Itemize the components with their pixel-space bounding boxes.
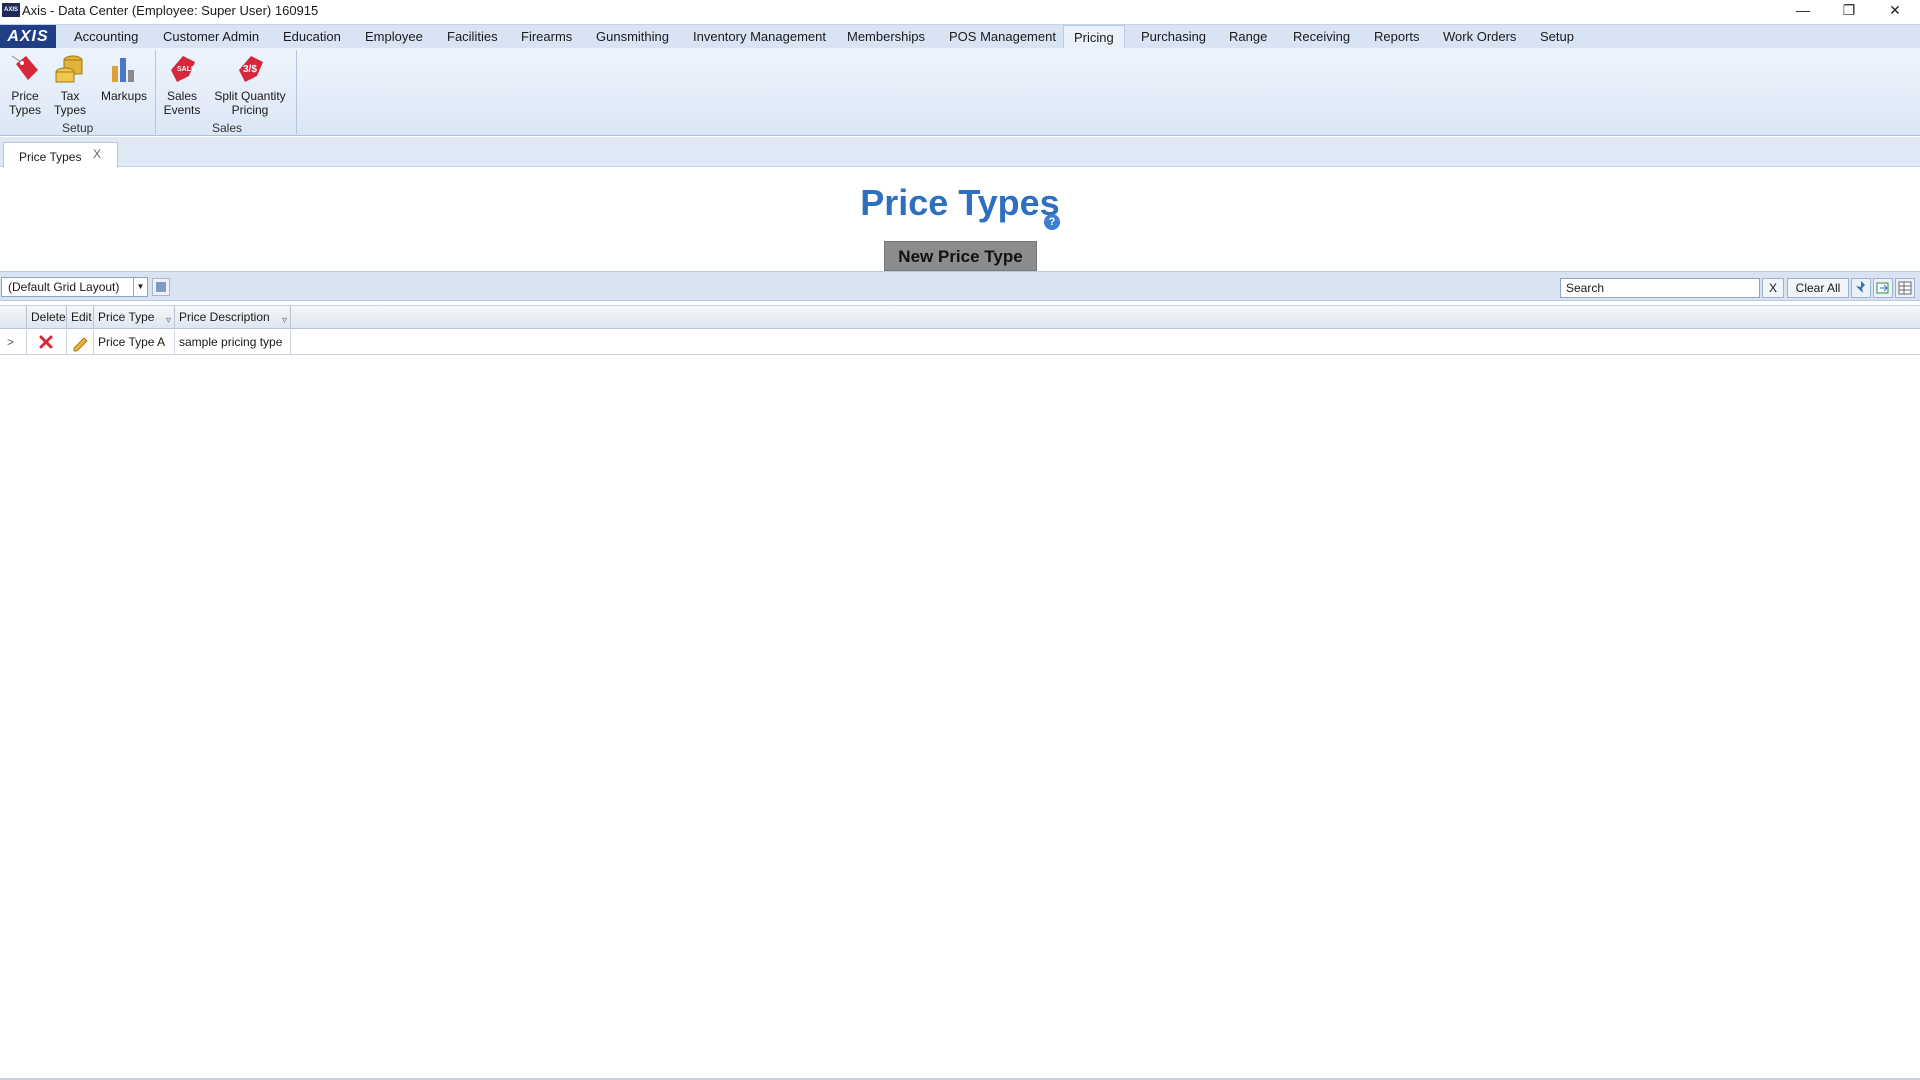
menu-firearms[interactable]: Firearms (519, 25, 574, 49)
close-tab-icon[interactable]: X (93, 147, 101, 161)
pin-icon[interactable] (1851, 278, 1871, 298)
minimize-button[interactable]: — (1780, 0, 1826, 22)
split-quantity-pricing-button[interactable]: 3/$ Split Quantity Pricing (212, 52, 288, 117)
menu-employee[interactable]: Employee (363, 25, 425, 49)
export-icon[interactable] (1873, 278, 1893, 298)
app-icon: AXIS (2, 3, 20, 17)
filter-icon[interactable]: ▿ (282, 309, 287, 332)
document-tab-strip: Price Types X (0, 137, 1920, 168)
clear-all-button[interactable]: Clear All (1787, 278, 1849, 298)
window-titlebar: AXIS Axis - Data Center (Employee: Super… (0, 0, 1920, 22)
sales-events-button[interactable]: SALE Sales Events (162, 52, 202, 117)
tab-price-types[interactable]: Price Types X (3, 142, 118, 168)
close-window-button[interactable]: ✕ (1872, 0, 1918, 22)
price-types-label-2: Types (8, 103, 41, 117)
menu-education[interactable]: Education (281, 25, 343, 49)
menu-accounting[interactable]: Accounting (72, 25, 140, 49)
tab-price-types-label: Price Types (19, 150, 82, 164)
sales-group-label: Sales (212, 121, 243, 135)
price-types-button[interactable]: Price Types (6, 52, 44, 117)
cell-price-type: Price Type A (94, 330, 175, 355)
cell-price-description: sample pricing type (175, 330, 291, 355)
filter-icon[interactable]: ▿ (166, 309, 171, 332)
menu-customer-admin[interactable]: Customer Admin (161, 25, 261, 49)
menu-gunsmithing[interactable]: Gunsmithing (594, 25, 671, 49)
menu-pos-management[interactable]: POS Management (947, 25, 1058, 49)
main-menu-bar: AXIS Accounting Customer Admin Education… (0, 24, 1920, 50)
column-header-price-type-label: Price Type (98, 310, 155, 324)
tax-types-label-2: Types (53, 103, 86, 117)
column-header-delete[interactable]: Delete (27, 306, 67, 329)
page-title: Price Types (860, 182, 1060, 223)
menu-setup[interactable]: Setup (1538, 25, 1576, 49)
setup-group-label: Setup (62, 121, 94, 135)
grid-header: Delete Edit Price Type ▿ Price Descripti… (0, 305, 1920, 329)
split-tag-icon: 3/$ (239, 56, 263, 82)
chevron-down-icon[interactable]: ▼ (133, 278, 147, 296)
grid-toolbar: (Default Grid Layout) ▼ Search X Clear A… (0, 271, 1920, 301)
sales-events-label-2: Events (163, 103, 201, 117)
column-header-price-description-label: Price Description (179, 310, 270, 324)
svg-text:3/$: 3/$ (243, 64, 257, 75)
coins-icon (55, 55, 83, 83)
markups-label: Markups (100, 89, 147, 103)
delete-row-button[interactable] (27, 330, 67, 355)
menu-facilities[interactable]: Facilities (445, 25, 500, 49)
row-selector-header (0, 306, 27, 329)
column-header-edit[interactable]: Edit (67, 306, 94, 329)
help-icon[interactable]: ? (1044, 214, 1060, 230)
menu-pricing[interactable]: Pricing (1063, 25, 1125, 50)
menu-inventory-management[interactable]: Inventory Management (691, 25, 828, 49)
save-layout-icon[interactable] (152, 278, 170, 296)
pricing-ribbon: Price Types Tax Types Markups Setup SALE… (0, 48, 1920, 136)
window-title: Axis - Data Center (Employee: Super User… (22, 3, 319, 18)
ribbon-group-separator (155, 50, 156, 134)
column-header-price-type[interactable]: Price Type ▿ (94, 306, 175, 329)
table-row[interactable]: > Price Type A sample pricing type (0, 330, 1920, 355)
column-chooser-icon[interactable] (1895, 278, 1915, 298)
clear-search-button[interactable]: X (1762, 278, 1784, 298)
pencil-icon[interactable] (71, 330, 91, 355)
menu-reports[interactable]: Reports (1372, 25, 1422, 49)
sale-tag-icon: SALE (171, 56, 196, 82)
row-expander-icon[interactable]: > (0, 330, 27, 355)
split-quantity-label-1: Split Quantity (214, 89, 286, 103)
menu-range[interactable]: Range (1227, 25, 1269, 49)
search-input[interactable]: Search (1560, 278, 1760, 298)
split-quantity-label-2: Pricing (231, 103, 269, 117)
menu-work-orders[interactable]: Work Orders (1441, 25, 1518, 49)
column-header-price-description[interactable]: Price Description ▿ (175, 306, 291, 329)
sales-events-label-1: Sales (166, 89, 198, 103)
price-tag-icon (11, 55, 38, 80)
menu-memberships[interactable]: Memberships (845, 25, 927, 49)
grid-layout-value: (Default Grid Layout) (8, 280, 120, 294)
restore-button[interactable]: ❐ (1826, 0, 1872, 22)
menu-receiving[interactable]: Receiving (1291, 25, 1352, 49)
markups-button[interactable]: Markups (98, 52, 150, 103)
new-price-type-button[interactable]: New Price Type (884, 241, 1037, 271)
price-types-label-1: Price (11, 89, 39, 103)
delete-icon[interactable] (31, 330, 61, 355)
edit-row-button[interactable] (67, 330, 94, 355)
axis-logo: AXIS (0, 25, 56, 48)
ribbon-group-separator (296, 50, 297, 134)
grid-layout-select[interactable]: (Default Grid Layout) ▼ (1, 277, 148, 297)
svg-text:SALE: SALE (177, 66, 196, 73)
tax-types-label-1: Tax (60, 89, 80, 103)
tax-types-button[interactable]: Tax Types (52, 52, 88, 117)
bar-chart-icon (112, 58, 134, 82)
menu-purchasing[interactable]: Purchasing (1139, 25, 1208, 49)
